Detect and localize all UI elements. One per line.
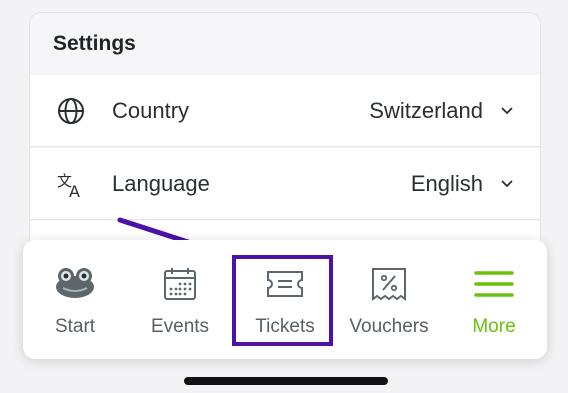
translate-icon: 文 A (57, 172, 80, 199)
calendar-icon (164, 268, 196, 300)
svg-text:A: A (69, 182, 80, 199)
menu-icon (474, 271, 514, 297)
settings-title: Settings (30, 13, 540, 75)
country-value: Switzerland (369, 97, 483, 123)
nav-label-events: Events (150, 316, 210, 337)
tickets-highlight-box (232, 255, 333, 346)
frog-icon (56, 268, 94, 298)
language-label: Language (112, 170, 210, 196)
country-label: Country (112, 97, 190, 123)
nav-item-vouchers[interactable]: Vouchers (337, 240, 441, 359)
country-row[interactable]: Country Switzerland (30, 75, 540, 147)
app-screen: Settings Country Switzerland 文 A Languag… (0, 0, 568, 393)
globe-icon (58, 97, 84, 124)
language-row[interactable]: 文 A Language English (30, 148, 540, 220)
language-value: English (410, 170, 483, 196)
home-indicator[interactable] (184, 377, 388, 385)
voucher-icon (372, 268, 406, 301)
chevron-down-icon (501, 179, 513, 187)
nav-label-more: More (472, 316, 516, 337)
nav-item-more[interactable]: More (442, 240, 546, 359)
nav-item-start[interactable]: Start (23, 240, 127, 359)
nav-label-start: Start (54, 316, 96, 337)
nav-label-vouchers: Vouchers (349, 316, 429, 337)
chevron-down-icon (501, 106, 513, 114)
nav-item-events[interactable]: Events (128, 240, 232, 359)
